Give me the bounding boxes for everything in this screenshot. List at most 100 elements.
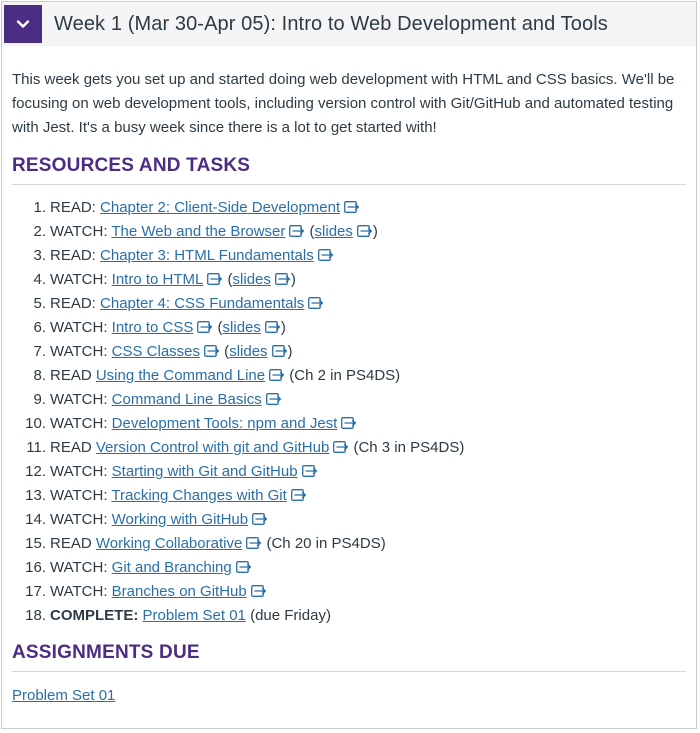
task-prefix: READ (50, 535, 96, 552)
task-body: WATCH: Command Line Basics (50, 388, 282, 412)
slides-link[interactable]: slides (223, 319, 261, 336)
task-prefix: READ: (50, 199, 101, 216)
task-suffix: (Ch 2 in PS4DS) (285, 367, 401, 384)
external-link-icon[interactable] (265, 393, 282, 405)
external-link-icon[interactable] (341, 417, 357, 429)
task-item: 16. WATCH: Git and Branching (12, 556, 686, 580)
task-item: 3. READ: Chapter 3: HTML Fundamentals (12, 244, 686, 268)
external-link-icon[interactable] (207, 273, 223, 285)
external-link-icon[interactable] (344, 201, 360, 213)
external-link-icon[interactable] (250, 585, 267, 597)
module-intro: This week gets you set up and started do… (12, 71, 675, 136)
task-prefix: WATCH: (50, 559, 112, 576)
task-item: 9. WATCH: Command Line Basics (12, 388, 686, 412)
external-link-icon[interactable] (356, 225, 373, 237)
task-body: WATCH: Intro to CSS (slides) (50, 319, 286, 336)
task-link[interactable]: Chapter 3: HTML Fundamentals (100, 247, 314, 264)
external-link-icon[interactable] (289, 225, 305, 237)
collapse-toggle-button[interactable] (4, 5, 42, 43)
task-number: 13. (25, 487, 46, 504)
external-link-icon[interactable] (317, 249, 334, 261)
slides-link[interactable]: slides (229, 343, 267, 360)
task-item: 4. WATCH: Intro to HTML (slides) (12, 268, 686, 292)
task-prefix: WATCH: (50, 487, 112, 504)
task-list: 1. READ: Chapter 2: Client-Side Developme… (12, 196, 686, 628)
task-link[interactable]: Intro to CSS (112, 319, 194, 336)
external-link-icon[interactable] (333, 441, 349, 453)
task-body: READ: Chapter 4: CSS Fundamentals (50, 292, 324, 316)
task-link[interactable]: Working Collaborative (96, 535, 242, 552)
task-link[interactable]: Starting with Git and GitHub (112, 463, 298, 480)
task-prefix: WATCH: (50, 391, 112, 408)
external-link-icon[interactable] (197, 321, 213, 333)
task-number: 15. (25, 535, 46, 552)
task-body: READ Working Collaborative (Ch 20 in PS4… (50, 532, 386, 556)
external-link-icon[interactable] (271, 345, 288, 357)
task-item: 6. WATCH: Intro to CSS (slides) (12, 316, 686, 340)
task-number: 18. (25, 607, 46, 624)
resources-heading: RESOURCES AND TASKS (12, 155, 686, 185)
slides-link[interactable]: slides (233, 271, 271, 288)
task-number: 11. (26, 439, 46, 456)
task-body: READ Version Control with git and GitHub… (50, 436, 464, 460)
problem-set-link[interactable]: Problem Set 01 (143, 607, 246, 624)
task-prefix: READ (50, 367, 96, 384)
task-number: 1. (33, 199, 46, 216)
task-link[interactable]: Tracking Changes with Git (111, 487, 286, 504)
task-prefix: WATCH: (50, 271, 112, 288)
task-link[interactable]: Version Control with git and GitHub (96, 439, 329, 456)
task-prefix: READ (50, 439, 96, 456)
task-link[interactable]: Chapter 4: CSS Fundamentals (100, 295, 304, 312)
external-link-icon[interactable] (301, 465, 318, 477)
task-body: READ Using the Command Line (Ch 2 in PS4… (50, 364, 400, 388)
external-link-icon[interactable] (264, 321, 281, 333)
slides-link[interactable]: slides (315, 223, 353, 240)
external-link-icon[interactable] (204, 345, 220, 357)
task-number: 17. (25, 583, 46, 600)
external-link-icon[interactable] (269, 369, 285, 381)
assignment-link[interactable]: Problem Set 01 (12, 687, 115, 704)
task-item: 1. READ: Chapter 2: Client-Side Developme… (12, 196, 686, 220)
task-item: 8. READ Using the Command Line (Ch 2 in P… (12, 364, 686, 388)
task-item: 7. WATCH: CSS Classes (slides) (12, 340, 686, 364)
assignments-due: Problem Set 01 (12, 686, 686, 706)
task-link[interactable]: Git and Branching (112, 559, 232, 576)
task-body: WATCH: Intro to HTML (slides) (50, 271, 296, 288)
task-prefix: WATCH: (50, 319, 112, 336)
complete-label: COMPLETE: (50, 607, 139, 624)
task-link[interactable]: Chapter 2: Client-Side Development (100, 199, 340, 216)
task-item-complete: 18. COMPLETE: Problem Set 01 (due Friday) (12, 604, 686, 628)
task-number: 8. (33, 367, 46, 384)
external-link-icon[interactable] (274, 273, 291, 285)
module-header: Week 1 (Mar 30-Apr 05): Intro to Web Dev… (2, 2, 696, 46)
task-link[interactable]: Command Line Basics (112, 391, 262, 408)
external-link-icon[interactable] (235, 561, 252, 573)
task-body: WATCH: Git and Branching (50, 556, 252, 580)
task-link[interactable]: Working with GitHub (112, 511, 248, 528)
task-prefix: READ: (50, 247, 101, 264)
assignments-heading: ASSIGNMENTS DUE (12, 642, 686, 672)
task-number: 6. (33, 319, 46, 336)
task-prefix: WATCH: (50, 223, 112, 240)
task-body: WATCH: Starting with Git and GitHub (50, 460, 318, 484)
task-link[interactable]: Branches on GitHub (112, 583, 247, 600)
task-prefix: WATCH: (50, 343, 112, 360)
task-number: 7. (33, 343, 46, 360)
external-link-icon[interactable] (246, 537, 262, 549)
task-link[interactable]: Using the Command Line (96, 367, 265, 384)
external-link-icon[interactable] (290, 489, 307, 501)
task-link[interactable]: Intro to HTML (112, 271, 204, 288)
task-link[interactable]: The Web and the Browser (111, 223, 285, 240)
external-link-icon[interactable] (308, 297, 324, 309)
task-item: 13. WATCH: Tracking Changes with Git (12, 484, 686, 508)
task-number: 10. (25, 415, 46, 432)
module-title: Week 1 (Mar 30-Apr 05): Intro to Web Dev… (54, 12, 608, 35)
task-link[interactable]: Development Tools: npm and Jest (112, 415, 338, 432)
task-link[interactable]: CSS Classes (112, 343, 200, 360)
task-body: WATCH: Working with GitHub (50, 508, 268, 532)
task-prefix: READ: (50, 295, 101, 312)
task-number: 2. (33, 223, 46, 240)
external-link-icon[interactable] (252, 513, 268, 525)
module-content: This week gets you set up and started do… (2, 46, 696, 706)
task-item: 15. READ Working Collaborative (Ch 20 in … (12, 532, 686, 556)
